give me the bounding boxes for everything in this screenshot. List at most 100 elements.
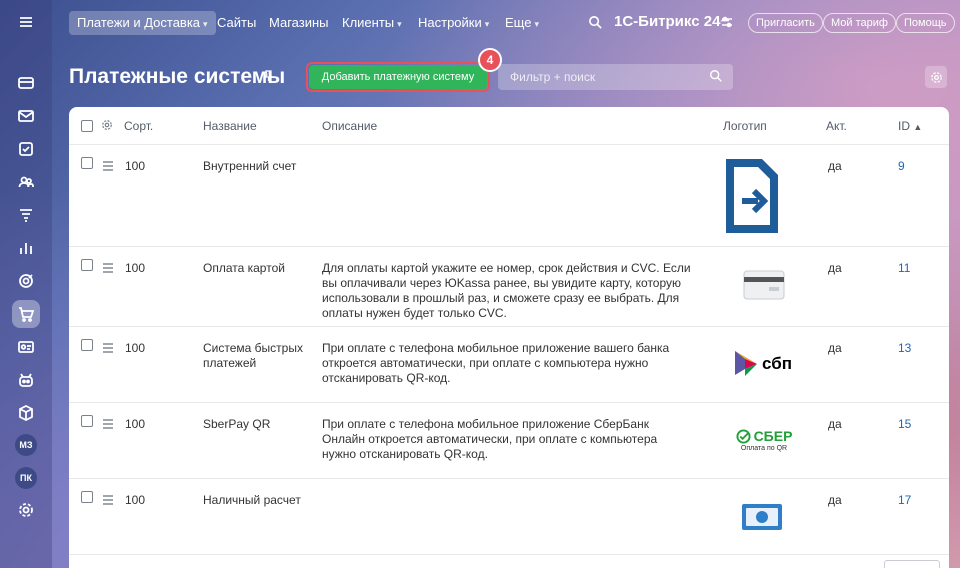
tasks-check-icon[interactable] <box>12 135 40 163</box>
toggle-icon[interactable] <box>721 15 733 34</box>
sber-logo-text: СБЕР <box>753 428 793 444</box>
table-row[interactable]: 100 Система быстрых платежей При оплате с… <box>69 327 949 403</box>
row-name[interactable]: Наличный расчет <box>203 493 301 508</box>
header-id-label: ID <box>898 119 910 133</box>
chevron-down-icon: ▾ <box>397 19 402 29</box>
row-checkbox[interactable] <box>81 259 93 271</box>
row-name-line2: платежей <box>203 356 257 370</box>
sber-logo-subtitle: Оплата по QR <box>740 445 788 452</box>
shopping-cart-icon[interactable] <box>12 300 40 328</box>
row-active: да <box>828 493 842 507</box>
menu-item-label: Магазины <box>269 15 329 30</box>
row-active: да <box>828 159 842 173</box>
drag-handle-icon[interactable] <box>103 343 113 355</box>
row-description: При оплате с телефона мобильное приложен… <box>322 417 658 461</box>
menu-item-label: Настройки <box>418 15 482 30</box>
filter-search-input[interactable] <box>498 64 733 90</box>
drag-handle-icon[interactable] <box>103 161 113 173</box>
row-id[interactable]: 15 <box>898 417 911 432</box>
avatar[interactable]: МЗ <box>15 434 37 456</box>
table-row[interactable]: 100 SberPay QR При оплате с телефона моб… <box>69 403 949 479</box>
doc-arrow-logo <box>724 157 780 238</box>
menu-item-more[interactable]: Еще ▾ <box>497 11 547 35</box>
menu-item-clients[interactable]: Клиенты ▾ <box>334 11 410 35</box>
row-id[interactable]: 13 <box>898 341 911 356</box>
table-row[interactable]: 100 Внутренний счет да 9 <box>69 145 949 247</box>
row-checkbox[interactable] <box>81 339 93 351</box>
brand-logo[interactable]: 1С-Битрикс 24☁ <box>614 13 729 30</box>
row-checkbox[interactable] <box>81 157 93 169</box>
gear-icon[interactable] <box>12 496 40 524</box>
menu-item-sites[interactable]: Сайты <box>209 11 264 35</box>
row-active: да <box>828 341 842 355</box>
hamburger-menu-icon[interactable] <box>12 8 40 36</box>
row-sort: 100 <box>125 159 146 173</box>
search-icon[interactable] <box>709 69 723 88</box>
row-name[interactable]: Внутренний счет <box>203 159 296 174</box>
sbp-logo-text: сбп <box>762 354 792 373</box>
cash-logo <box>741 503 783 534</box>
add-payment-system-button[interactable]: Добавить платежную систему <box>309 65 487 89</box>
drag-handle-icon[interactable] <box>103 419 113 431</box>
row-sort: 100 <box>125 341 146 355</box>
my-tariff-button[interactable]: Мой тариф <box>823 13 896 33</box>
menu-item-payments-delivery[interactable]: Платежи и Доставка ▾ <box>69 11 216 35</box>
brand-suffix: 24 <box>703 13 721 30</box>
menu-item-label: Сайты <box>217 15 257 30</box>
row-description: Для оплаты картой укажите ее номер, срок… <box>322 261 691 320</box>
mail-icon[interactable] <box>12 102 40 130</box>
row-name[interactable]: Система быстрых платежей <box>203 341 313 371</box>
sort-ascending-icon: ▲ <box>913 122 923 132</box>
row-name[interactable]: Оплата картой <box>203 261 285 276</box>
menu-item-label: Платежи и Доставка <box>77 15 201 30</box>
drag-handle-icon[interactable] <box>103 263 113 275</box>
help-button[interactable]: Помощь <box>896 13 955 33</box>
row-name[interactable]: SberPay QR <box>203 417 270 432</box>
chevron-down-icon: ▾ <box>484 19 490 29</box>
row-active: да <box>828 261 842 275</box>
id-card-icon[interactable] <box>12 333 40 361</box>
table-row[interactable]: 100 Оплата картой Для оплаты картой укаж… <box>69 247 949 327</box>
box-icon[interactable] <box>12 399 40 427</box>
row-id[interactable]: 9 <box>898 159 905 174</box>
add-button-highlight: Добавить платежную систему <box>306 62 490 92</box>
row-sort: 100 <box>125 417 146 431</box>
row-checkbox[interactable] <box>81 491 93 503</box>
credit-card-icon[interactable] <box>12 69 40 97</box>
row-id[interactable]: 11 <box>898 261 910 276</box>
invite-button[interactable]: Пригласить <box>748 13 823 33</box>
funnel-icon[interactable] <box>12 201 40 229</box>
column-settings-gear-icon[interactable] <box>101 119 113 134</box>
menu-item-shops[interactable]: Магазины <box>261 11 337 35</box>
header-sort[interactable]: Сорт. <box>124 119 153 133</box>
menu-item-label: Еще <box>505 15 532 30</box>
contacts-icon[interactable] <box>12 168 40 196</box>
sbp-logo: сбп <box>733 349 792 379</box>
header-logo[interactable]: Логотип <box>723 119 767 133</box>
header-id[interactable]: ID ▲ <box>898 119 922 133</box>
row-checkbox[interactable] <box>81 415 93 427</box>
pagination-control[interactable] <box>884 560 940 568</box>
search-icon[interactable] <box>588 15 603 35</box>
left-sidebar: МЗ ПК <box>0 0 52 568</box>
gear-icon[interactable] <box>925 66 947 88</box>
payment-systems-table: Сорт. Название Описание Логотип Акт. ID … <box>69 107 949 568</box>
sber-logo: СБЕР Оплата по QR <box>733 428 795 452</box>
menu-item-settings[interactable]: Настройки ▾ <box>410 11 497 35</box>
robot-icon[interactable] <box>12 366 40 394</box>
pin-icon[interactable] <box>263 70 274 85</box>
drag-handle-icon[interactable] <box>103 495 113 507</box>
row-id[interactable]: 17 <box>898 493 911 508</box>
filter-search-box[interactable] <box>498 64 733 90</box>
header-name[interactable]: Название <box>203 119 257 133</box>
avatar[interactable]: ПК <box>15 467 37 489</box>
table-header: Сорт. Название Описание Логотип Акт. ID … <box>69 107 949 145</box>
select-all-checkbox[interactable] <box>81 120 93 132</box>
row-sort: 100 <box>125 261 146 275</box>
table-row[interactable]: 100 Наличный расчет да 17 <box>69 479 949 555</box>
header-active[interactable]: Акт. <box>826 119 847 133</box>
header-description[interactable]: Описание <box>322 119 377 133</box>
row-active: да <box>828 417 842 431</box>
analytics-bars-icon[interactable] <box>12 234 40 262</box>
target-icon[interactable] <box>12 267 40 295</box>
